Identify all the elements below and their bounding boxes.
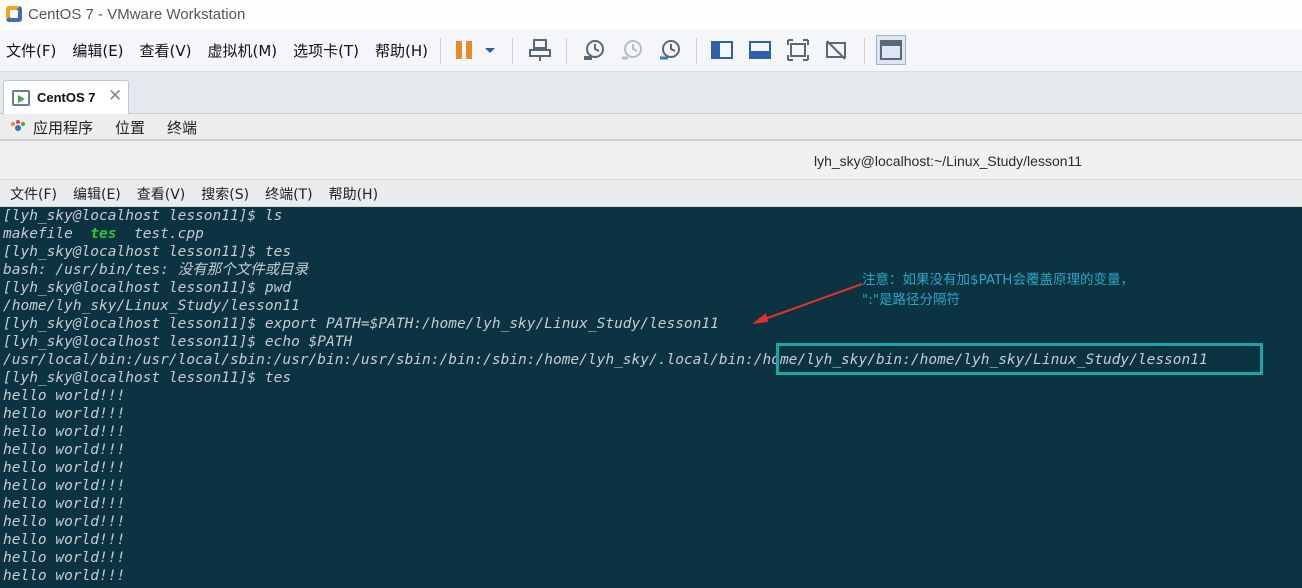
ls-file: makefile <box>3 226 91 242</box>
vm-menu-view[interactable]: 查看(V) <box>140 40 192 61</box>
terminal-line: hello world!!! <box>3 568 126 584</box>
terminal-line: hello world!!! <box>3 532 126 548</box>
terminal-title-bar: lyh_sky@localhost:~/Linux_Study/lesson11 <box>0 140 1302 180</box>
vmware-menu-bar: 文件(F) 编辑(E) 查看(V) 虚拟机(M) 选项卡(T) 帮助(H) <box>6 40 444 61</box>
vm-menu-help[interactable]: 帮助(H) <box>375 40 428 61</box>
gnome-foot-icon <box>11 120 25 131</box>
term-menu-search[interactable]: 搜索(S) <box>201 184 249 204</box>
console-view-icon[interactable] <box>748 38 772 62</box>
send-ctrl-alt-del-icon[interactable] <box>528 38 552 62</box>
vmware-title-bar: CentOS 7 - VMware Workstation <box>0 0 1302 30</box>
vm-power-on-icon <box>12 90 30 106</box>
unity-icon[interactable] <box>824 38 848 62</box>
terminal-line: hello world!!! <box>3 442 126 458</box>
thumbnail-icon[interactable] <box>876 35 906 65</box>
vm-tab-strip: CentOS 7 ✕ <box>0 72 1302 114</box>
ls-file: test.cpp <box>116 226 204 242</box>
terminal-lines: [lyh_sky@localhost lesson11]$ ls makefil… <box>3 207 1208 585</box>
toolbar-separator <box>696 38 697 64</box>
terminal-line: hello world!!! <box>3 550 126 566</box>
annotation-line: 注意：如果没有加$PATH会覆盖原理的变量， <box>862 272 1134 288</box>
vm-menu-vm[interactable]: 虚拟机(M) <box>208 40 278 61</box>
terminal-output[interactable]: [lyh_sky@localhost lesson11]$ ls makefil… <box>0 207 1302 588</box>
toolbar-separator <box>566 38 567 64</box>
tab-label: CentOS 7 <box>37 90 96 105</box>
gnome-menu: 应用程序 位置 终端 <box>33 117 219 138</box>
annotation-note: 注意：如果没有加$PATH会覆盖原理的变量， ":"是路径分隔符 <box>862 270 1134 310</box>
gnome-terminal-menu[interactable]: 终端 <box>167 117 197 138</box>
gnome-top-bar: 应用程序 位置 终端 <box>0 114 1302 140</box>
annotation-arrow-icon <box>752 283 863 324</box>
gnome-applications-menu[interactable]: 应用程序 <box>33 117 93 138</box>
terminal-line: hello world!!! <box>3 388 126 404</box>
dropdown-icon[interactable] <box>480 38 500 62</box>
window-title: CentOS 7 - VMware Workstation <box>28 6 246 23</box>
vm-menu-file[interactable]: 文件(F) <box>6 40 56 61</box>
toolbar-separator <box>512 38 513 64</box>
terminal-line: [lyh_sky@localhost lesson11]$ export PAT… <box>3 316 719 332</box>
term-menu-edit[interactable]: 编辑(E) <box>73 184 121 204</box>
terminal-line-ls-output: makefile tes test.cpp <box>3 225 1208 243</box>
close-icon[interactable]: ✕ <box>108 86 122 106</box>
tab-centos7[interactable]: CentOS 7 ✕ <box>3 80 129 114</box>
terminal-title: lyh_sky@localhost:~/Linux_Study/lesson11 <box>814 153 1083 169</box>
term-menu-file[interactable]: 文件(F) <box>10 184 57 204</box>
term-menu-help[interactable]: 帮助(H) <box>329 184 378 204</box>
fullscreen-icon[interactable] <box>786 38 810 62</box>
highlight-box <box>776 343 1263 375</box>
terminal-line: hello world!!! <box>3 460 126 476</box>
pause-icon[interactable] <box>452 38 476 62</box>
terminal-line: hello world!!! <box>3 496 126 512</box>
terminal-menu-bar: 文件(F) 编辑(E) 查看(V) 搜索(S) 终端(T) 帮助(H) <box>0 180 1302 207</box>
terminal-line: hello world!!! <box>3 406 126 422</box>
toolbar-separator <box>864 38 865 64</box>
annotation-line: ":"是路径分隔符 <box>862 292 960 308</box>
gnome-places-menu[interactable]: 位置 <box>115 117 145 138</box>
terminal-line: [lyh_sky@localhost lesson11]$ tes <box>3 244 292 260</box>
snapshot-icon[interactable] <box>582 38 606 62</box>
vm-menu-edit[interactable]: 编辑(E) <box>72 40 123 61</box>
terminal-menu: 文件(F) 编辑(E) 查看(V) 搜索(S) 终端(T) 帮助(H) <box>10 184 394 204</box>
vm-menu-tabs[interactable]: 选项卡(T) <box>293 40 359 61</box>
toolbar-separator <box>440 38 441 64</box>
terminal-line: hello world!!! <box>3 478 126 494</box>
sidebar-icon[interactable] <box>710 38 734 62</box>
vmware-toolbar: 文件(F) 编辑(E) 查看(V) 虚拟机(M) 选项卡(T) 帮助(H) <box>0 30 1302 72</box>
term-menu-terminal[interactable]: 终端(T) <box>265 184 312 204</box>
term-menu-view[interactable]: 查看(V) <box>137 184 186 204</box>
snapshot-manager-icon[interactable] <box>658 38 682 62</box>
revert-snapshot-icon[interactable] <box>620 38 644 62</box>
terminal-line: hello world!!! <box>3 424 126 440</box>
terminal-line: hello world!!! <box>3 514 126 530</box>
ls-executable: tes <box>90 226 117 242</box>
terminal-line: [lyh_sky@localhost lesson11]$ ls <box>3 208 283 224</box>
vmware-logo-icon <box>6 6 22 22</box>
